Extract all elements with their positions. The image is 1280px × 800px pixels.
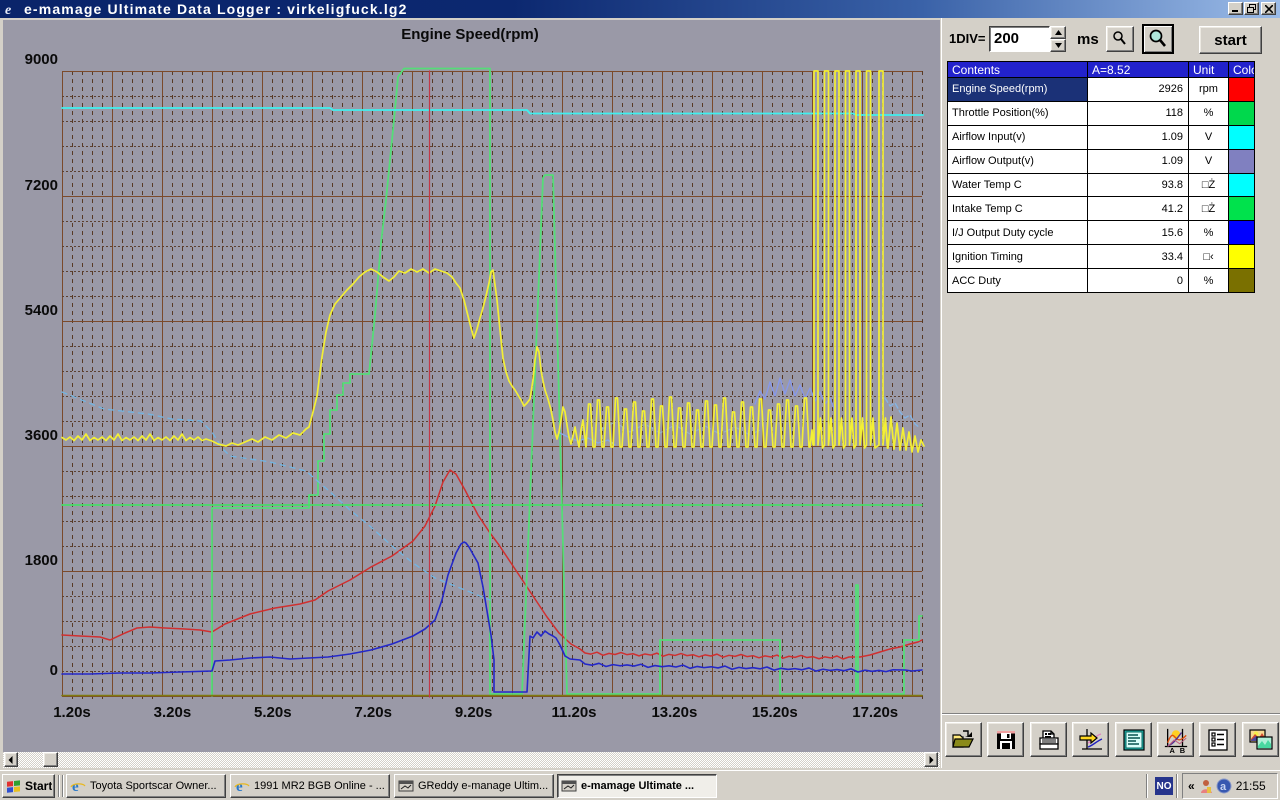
svg-text:15.20s: 15.20s bbox=[752, 704, 798, 721]
svg-text:Engine Speed(rpm): Engine Speed(rpm) bbox=[401, 26, 539, 43]
svg-text:13.20s: 13.20s bbox=[651, 704, 697, 721]
svg-text:5400: 5400 bbox=[25, 302, 58, 319]
svg-text:9.20s: 9.20s bbox=[455, 704, 493, 721]
svg-text:5.20s: 5.20s bbox=[254, 704, 292, 721]
svg-text:A: A bbox=[1169, 746, 1175, 754]
svg-text:1800: 1800 bbox=[25, 552, 58, 569]
svg-text:7.20s: 7.20s bbox=[354, 704, 392, 721]
svg-text:11.20s: 11.20s bbox=[551, 704, 596, 721]
svg-text:e: e bbox=[72, 779, 79, 794]
svg-text:1.20s: 1.20s bbox=[53, 704, 91, 721]
svg-text:e: e bbox=[5, 3, 11, 17]
svg-text:e: e bbox=[236, 779, 243, 794]
svg-text:9000: 9000 bbox=[25, 51, 58, 68]
svg-text:3.20s: 3.20s bbox=[154, 704, 192, 721]
svg-text:3600: 3600 bbox=[25, 427, 58, 444]
svg-text:a: a bbox=[1220, 781, 1227, 793]
svg-text:17.20s: 17.20s bbox=[852, 704, 898, 721]
svg-text:B: B bbox=[1179, 746, 1185, 754]
svg-text:0: 0 bbox=[50, 662, 58, 679]
svg-text:7200: 7200 bbox=[25, 177, 58, 194]
